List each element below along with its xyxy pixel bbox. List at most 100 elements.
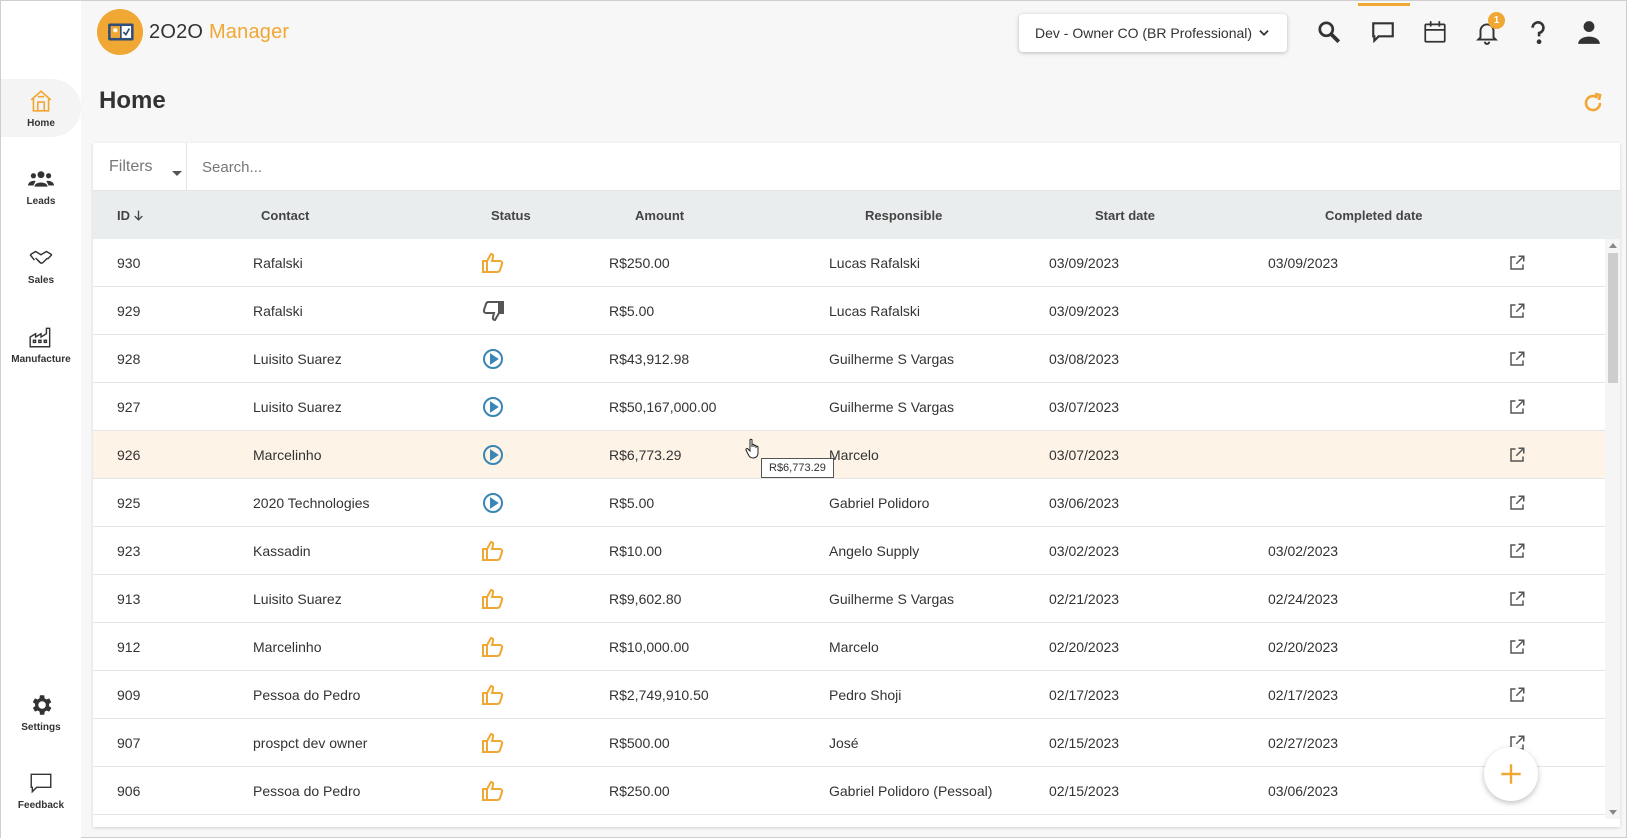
cell-completed-date: 03/02/2023 [1268,543,1339,559]
sidebar-item-home[interactable]: Home [1,79,81,137]
scroll-up-arrow[interactable] [1609,243,1617,248]
column-header-responsible[interactable]: Responsible [865,191,942,239]
cell-completed-date: 02/17/2023 [1268,687,1339,703]
refresh-button[interactable] [1581,91,1605,115]
cell-start-date: 02/15/2023 [1049,735,1120,751]
calendar-button[interactable] [1419,16,1451,48]
cell-start-date: 03/07/2023 [1049,447,1120,463]
cell-id: 912 [117,639,141,655]
cell-completed-date: 02/20/2023 [1268,639,1339,655]
open-deal-button[interactable] [1508,479,1526,527]
cell-id: 906 [117,783,141,799]
filters-label: Filters [109,158,153,175]
sidebar-item-label: Manufacture [11,353,71,365]
notification-badge: 1 [1488,12,1505,29]
table-row[interactable]: 923 Kassadin R$10.00 Angelo Supply 03/02/202… [93,527,1605,575]
cell-status [481,767,505,815]
cell-completed-date: 03/06/2023 [1268,783,1339,799]
cell-amount: R$5.00 [609,495,655,511]
column-header-id[interactable]: ID [117,191,145,239]
cell-contact: Rafalski [253,303,303,319]
cell-status [481,479,505,527]
cell-id: 928 [117,351,141,367]
open-deal-button[interactable] [1508,623,1526,671]
sidebar-item-settings[interactable]: Settings [1,683,81,741]
open-deal-button[interactable] [1508,527,1526,575]
user-menu-button[interactable] [1573,16,1605,48]
scroll-thumb[interactable] [1608,253,1618,383]
thumbs-up-icon [482,780,504,801]
cell-status [481,431,505,479]
table-row[interactable]: 927 Luisito Suarez R$50,167,000.00 Guilherm… [93,383,1605,431]
cell-status [481,287,505,335]
cell-status [481,719,505,767]
add-deal-button[interactable] [1484,747,1538,801]
account-selector[interactable]: Dev - Owner CO (BR Professional) [1019,14,1287,52]
cell-completed-date: 02/27/2023 [1268,735,1339,751]
table-row[interactable]: 926 Marcelinho R$6,773.29 Marcelo 03/07/2023 [93,431,1605,479]
sidebar-item-sales[interactable]: Sales [1,236,81,294]
open-deal-button[interactable] [1508,383,1526,431]
cell-status [481,383,505,431]
sidebar-item-leads[interactable]: Leads [1,157,81,215]
filter-bar: Filters [93,143,1620,191]
open-in-new-icon [1510,255,1525,270]
cell-amount: R$250.00 [609,783,670,799]
help-button[interactable] [1522,16,1554,48]
cell-responsible: Marcelo [829,447,879,463]
message-icon [1372,22,1394,44]
sidebar-item-label: Feedback [17,799,65,811]
search-icon [1318,21,1341,44]
cell-id: 927 [117,399,141,415]
cell-contact: Kassadin [253,543,311,559]
table-row[interactable]: 906 Pessoa do Pedro R$250.00 Gabriel Polido… [93,767,1605,815]
table-row[interactable]: 907 prospct dev owner R$500.00 José 02/15/20… [93,719,1605,767]
thumbs-up-icon [482,732,504,753]
refresh-icon [1584,92,1602,112]
people-icon [28,170,54,187]
column-header-start-date[interactable]: Start date [1095,191,1155,239]
app-logo[interactable]: 2O2O Manager [97,9,289,55]
sidebar-item-feedback[interactable]: Feedback [1,761,81,819]
table-row[interactable]: 930 Rafalski R$250.00 Lucas Rafalski 03/09/2… [93,239,1605,287]
open-in-new-icon [1510,303,1525,318]
open-deal-button[interactable] [1508,239,1526,287]
open-in-new-icon [1510,687,1525,702]
open-in-new-icon [1510,591,1525,606]
plus-icon [1501,764,1521,784]
thumbs-up-icon [482,252,504,273]
open-deal-button[interactable] [1508,335,1526,383]
search-input[interactable] [187,143,1619,191]
column-header-status[interactable]: Status [491,191,531,239]
sidebar-item-manufacture[interactable]: Manufacture [1,315,81,373]
table-row[interactable]: 912 Marcelinho R$10,000.00 Marcelo 02/20/202… [93,623,1605,671]
filters-dropdown[interactable]: Filters [93,143,187,191]
open-deal-button[interactable] [1508,287,1526,335]
logo-icon [97,9,143,55]
cell-contact: Pessoa do Pedro [253,783,361,799]
open-deal-button[interactable] [1508,671,1526,719]
column-header-contact[interactable]: Contact [261,191,309,239]
column-header-completed-date[interactable]: Completed date [1325,191,1423,239]
home-icon [30,89,52,112]
column-header-amount[interactable]: Amount [635,191,684,239]
table-row[interactable]: 928 Luisito Suarez R$43,912.98 Guilherme S … [93,335,1605,383]
open-deal-button[interactable] [1508,575,1526,623]
table-row[interactable]: 913 Luisito Suarez R$9,602.80 Guilherme S V… [93,575,1605,623]
messages-button[interactable] [1367,16,1399,48]
play-circle-icon [483,349,503,369]
open-in-new-icon [1510,399,1525,414]
cell-amount: R$5.00 [609,303,655,319]
vertical-scrollbar[interactable] [1605,239,1620,819]
table-row[interactable]: 929 Rafalski R$5.00 Lucas Rafalski 03/09/202… [93,287,1605,335]
search-button[interactable] [1313,16,1345,48]
table-row[interactable]: 925 2020 Technologies R$5.00 Gabriel Polido… [93,479,1605,527]
scroll-down-arrow[interactable] [1609,810,1617,815]
table-row[interactable]: 909 Pessoa do Pedro R$2,749,910.50 Pedro Sh… [93,671,1605,719]
open-deal-button[interactable] [1508,431,1526,479]
cell-status [481,671,505,719]
hand-cursor-icon [745,438,759,459]
notifications-button[interactable]: 1 [1471,12,1505,48]
page-title: Home [99,87,166,114]
cell-contact: 2020 Technologies [253,495,370,511]
